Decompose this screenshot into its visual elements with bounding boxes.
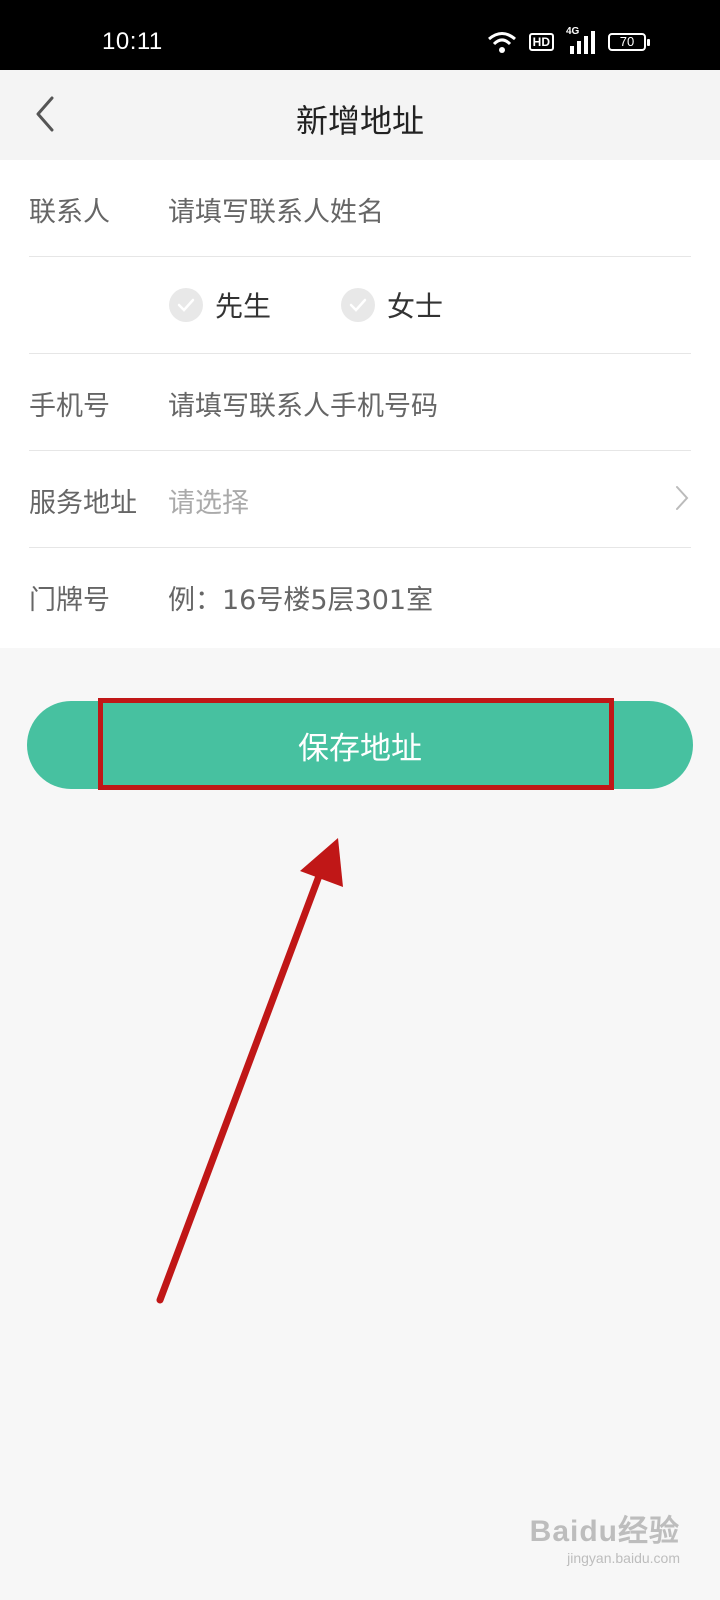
battery-icon: 70 <box>608 33 650 51</box>
hd-icon: HD <box>528 33 554 51</box>
door-number-label: 门牌号 <box>29 585 110 616</box>
gender-option-female[interactable]: 女士 <box>341 285 443 325</box>
chevron-right-icon <box>673 483 691 513</box>
check-circle-icon <box>169 288 203 322</box>
status-time: 10:11 <box>102 28 163 55</box>
battery-level: 70 <box>619 34 635 49</box>
contact-row: 联系人 请填写联系人姓名 <box>29 160 691 257</box>
save-address-button[interactable]: 保存地址 <box>27 701 693 789</box>
phone-label: 手机号 <box>29 391 110 422</box>
service-address-label: 服务地址 <box>29 488 137 519</box>
contact-label: 联系人 <box>29 197 110 228</box>
service-address-row[interactable]: 服务地址 请选择 <box>29 451 691 548</box>
watermark-main: Baidu经验 <box>529 1515 680 1548</box>
contact-name-input[interactable]: 请填写联系人姓名 <box>168 190 648 229</box>
service-address-select[interactable]: 请选择 <box>168 481 648 520</box>
signal-icon: 4G <box>566 26 596 54</box>
watermark-sub: jingyan.baidu.com <box>567 1550 680 1566</box>
nav-bar: 新增地址 <box>0 70 720 160</box>
phone-row: 手机号 请填写联系人手机号码 <box>29 354 691 451</box>
address-form: 联系人 请填写联系人姓名 先生 女士 手机号 请填写联系人手机号码 服务地址 请… <box>0 160 720 648</box>
check-circle-icon <box>341 288 375 322</box>
phone-input[interactable]: 请填写联系人手机号码 <box>168 384 648 423</box>
door-number-input[interactable]: 例：16号楼5层301室 <box>168 578 648 617</box>
status-bar: 10:11 HD 4G 70 <box>0 0 720 70</box>
gender-row: 先生 女士 <box>29 257 691 354</box>
baidu-watermark: Baidu经验 jingyan.baidu.com <box>530 1506 680 1566</box>
door-number-row: 门牌号 例：16号楼5层301室 <box>29 548 691 645</box>
wifi-icon <box>487 30 517 54</box>
gender-label-female: 女士 <box>387 290 444 323</box>
page-title: 新增地址 <box>295 102 424 140</box>
gender-option-male[interactable]: 先生 <box>169 285 271 325</box>
status-icons: HD 4G 70 <box>487 26 650 54</box>
gender-label-male: 先生 <box>215 290 272 323</box>
